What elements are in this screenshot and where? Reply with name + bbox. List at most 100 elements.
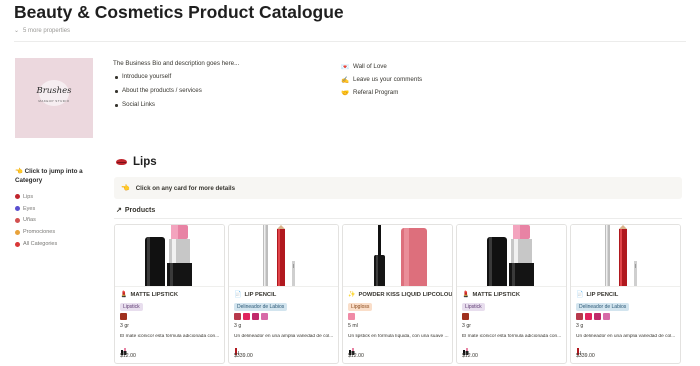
nav-item-all-categories[interactable]: All Categories — [15, 238, 100, 250]
divider — [14, 41, 686, 42]
product-card[interactable]: 💄 MATTE LIPSTICK Lipstick 3 gr El mate icóni… — [456, 224, 567, 364]
nav-item-label: All Categories — [23, 241, 58, 248]
nav-item-label: Uñas — [23, 217, 36, 224]
product-name: 📄 LIP PENCIL — [234, 291, 277, 299]
category-tag: Delineador de Labios — [234, 303, 288, 311]
product-image — [229, 225, 338, 287]
arrow-up-right-icon: ↗ — [116, 207, 122, 214]
product-thumbnail-icon — [462, 342, 469, 355]
color-swatch — [234, 313, 241, 320]
product-thumbnail-icon — [234, 342, 241, 355]
color-swatches — [462, 313, 469, 320]
category-tag: Lipstick — [462, 303, 485, 311]
category-nav: 👈 Click to jump into a Category Lips Eye… — [15, 168, 100, 250]
product-thumbnail-icon — [120, 342, 127, 355]
product-price: $339.00 — [576, 353, 595, 359]
callout: 👈 Click on any card for more details — [114, 177, 682, 199]
product-quantity: 3 g — [576, 323, 584, 329]
eye-icon — [15, 206, 20, 212]
lipstick-icon: 💄 — [462, 292, 470, 298]
product-card[interactable]: 📄 LIP PENCIL Delineador de Labios 3 g Un del… — [228, 224, 339, 364]
product-name-text: POWDER KISS LIQUID LIPCOLOUR — [358, 291, 453, 298]
product-description: El mate icónico! esta fórmula adicionada… — [462, 334, 562, 339]
product-quantity: 3 gr — [120, 323, 129, 329]
color-swatches — [234, 313, 268, 320]
product-quantity: 5 ml — [348, 323, 358, 329]
nav-item-label: Promociones — [23, 229, 56, 236]
product-image — [571, 225, 680, 287]
nav-item-eyes[interactable]: Eyes — [15, 203, 100, 215]
more-properties-toggle[interactable]: ⌄ 5 more properties — [14, 27, 71, 35]
product-quantity: 3 gr — [462, 323, 471, 329]
page-title: Beauty & Cosmetics Product Catalogue — [14, 2, 344, 22]
product-image — [457, 225, 566, 287]
bio-list-item: Introduce yourself — [113, 73, 239, 87]
product-thumbnail-icon — [348, 342, 355, 355]
product-name: 💄 MATTE LIPSTICK — [462, 291, 520, 299]
product-name-text: LIP PENCIL — [244, 291, 277, 298]
nav-item-promociones[interactable]: Promociones — [15, 226, 100, 238]
link-label: Leave us your comments — [353, 76, 423, 83]
red-circle-icon — [15, 241, 20, 247]
nav-item-nails[interactable]: Uñas — [15, 215, 100, 227]
color-swatches — [120, 313, 127, 320]
product-price: $339.00 — [234, 353, 253, 359]
product-description: Un delineador en una amplia variedad de … — [576, 334, 676, 339]
category-nav-heading-text: Click to jump into a Category — [15, 168, 83, 184]
product-description: Un delineador en una amplia variedad de … — [234, 334, 334, 339]
comments-link[interactable]: ✍ Leave us your comments — [341, 73, 422, 86]
wall-of-love-link[interactable]: 💌 Wall of Love — [341, 60, 422, 73]
link-label: Wall of Love — [353, 63, 387, 70]
color-swatch — [243, 313, 250, 320]
product-quantity: 3 g — [234, 323, 242, 329]
product-description: Un lipstick en fórmula líquida, con una … — [348, 334, 449, 339]
products-view-link[interactable]: ↗ Products — [116, 206, 155, 215]
product-description: El mate icónico! esta fórmula adicionada… — [120, 334, 220, 339]
category-tag: Lipgloss — [348, 303, 373, 311]
product-card[interactable]: ✨ POWDER KISS LIQUID LIPCOLOUR Lipgloss 5 m… — [342, 224, 453, 364]
callout-text: Click on any card for more details — [135, 184, 236, 192]
bio-list: Introduce yourself About the products / … — [113, 73, 239, 115]
love-letter-icon: 💌 — [341, 63, 350, 71]
pencil-icon: ✍ — [341, 76, 350, 84]
product-name-text: MATTE LIPSTICK — [130, 291, 179, 298]
more-properties-label: 5 more properties — [23, 27, 71, 34]
lips-icon — [116, 159, 127, 165]
lips-heading: Lips — [116, 156, 157, 168]
product-gallery: 💄 MATTE LIPSTICK Lipstick 3 gr El mate icóni… — [114, 224, 681, 364]
color-swatches — [576, 313, 610, 320]
bio-list-item: About the products / services — [113, 87, 239, 101]
product-name: ✨ POWDER KISS LIQUID LIPCOLOUR — [348, 291, 453, 299]
color-swatch — [462, 313, 469, 320]
pointing-hand-icon: 👈 — [15, 168, 23, 175]
lips-heading-text: Lips — [133, 156, 157, 168]
color-swatch — [585, 313, 592, 320]
page-icon: 📄 — [234, 292, 242, 298]
link-label: Referal Program — [353, 89, 399, 96]
logo-script-text: Brushes — [36, 86, 72, 96]
product-price: $12.00 — [120, 353, 136, 359]
color-swatch — [261, 313, 268, 320]
links-block: 💌 Wall of Love ✍ Leave us your comments … — [341, 60, 422, 99]
product-image — [115, 225, 224, 287]
bio-block: The Business Bio and description goes he… — [113, 60, 239, 115]
category-tag: Lipstick — [120, 303, 143, 311]
nav-item-label: Lips — [23, 193, 34, 200]
color-swatch — [348, 313, 355, 320]
color-swatch — [594, 313, 601, 320]
logo-subtitle: MAKEUP STUDIO — [38, 99, 70, 103]
referal-program-link[interactable]: 🤝 Referal Program — [341, 86, 422, 99]
category-tag: Delineador de Labios — [576, 303, 630, 311]
page-icon: 📄 — [576, 292, 584, 298]
color-swatch — [120, 313, 127, 320]
product-thumbnail-icon — [576, 342, 583, 355]
divider — [114, 218, 682, 219]
color-swatches — [348, 313, 355, 320]
bio-description: The Business Bio and description goes he… — [113, 60, 240, 67]
color-swatch — [576, 313, 583, 320]
product-card[interactable]: 📄 LIP PENCIL Delineador de Labios 3 g Un del… — [570, 224, 681, 364]
bio-list-item: Social Links — [113, 101, 239, 115]
product-card[interactable]: 💄 MATTE LIPSTICK Lipstick 3 gr El mate icóni… — [114, 224, 225, 364]
nav-item-lips[interactable]: Lips — [15, 191, 100, 203]
product-name: 📄 LIP PENCIL — [576, 291, 618, 299]
